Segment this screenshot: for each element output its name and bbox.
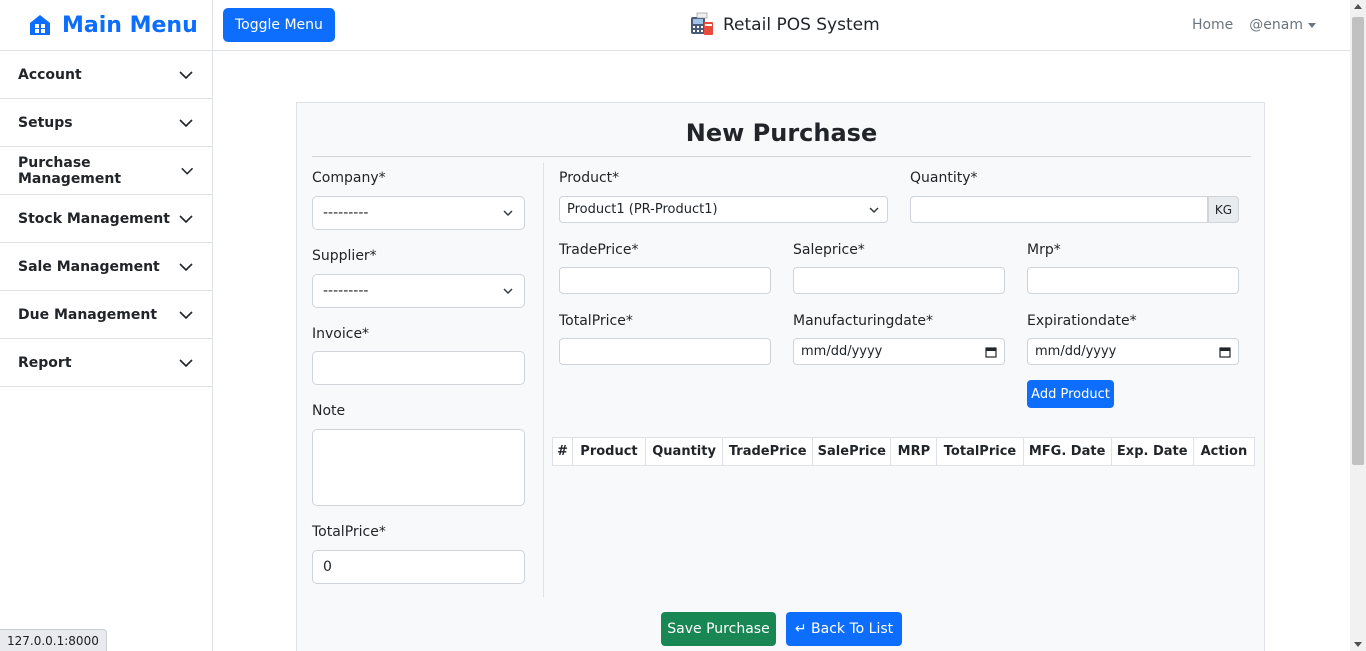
chevron-down-icon [869,206,879,213]
table-header-cell: SalePrice [812,437,892,466]
purchase-items-table: # Product Quantity TradePrice SalePrice … [552,437,1256,466]
chevron-down-icon [503,288,513,295]
chevron-down-icon [179,358,193,367]
purchase-form-card: New Purchase Company* --------- Supplier… [296,102,1265,651]
user-menu[interactable]: @enam [1249,17,1316,33]
supplier-value: --------- [323,283,369,299]
sidebar-item-account[interactable]: Account [0,51,212,99]
table-header-cell: MRP [890,437,938,466]
table-header-row: # Product Quantity TradePrice SalePrice … [552,437,1256,466]
chevron-down-icon [179,310,193,319]
sidebar-item-label: Stock Management [18,210,170,227]
chevron-down-icon [179,262,193,271]
product-label: Product* [559,170,620,186]
calendar-icon[interactable] [1219,346,1231,358]
chevron-down-icon [180,167,193,175]
table-header-cell: TotalPrice [936,437,1024,466]
product-select[interactable]: Product1 (PR-Product1) [559,196,888,223]
caret-down-icon [1308,22,1316,28]
manufacturing-date-input[interactable]: mm/dd/yyyy [793,338,1005,365]
sidebar-brand[interactable]: Main Menu [0,0,212,51]
note-textarea[interactable] [312,429,525,506]
supplier-label: Supplier* [312,248,377,264]
home-icon [30,15,50,35]
table-header-cell: Action [1192,437,1256,466]
sidebar: Main Menu Account Setups Purchase Manage… [0,0,213,651]
sidebar-item-stock-management[interactable]: Stock Management [0,195,212,243]
sidebar-title: Main Menu [62,12,198,38]
sale-price-input[interactable] [793,267,1005,294]
toggle-menu-button[interactable]: Toggle Menu [223,8,335,42]
table-header-cell: MFG. Date [1022,437,1112,466]
scroll-down-icon[interactable] [1354,642,1362,647]
product-value: Product1 (PR-Product1) [567,202,718,217]
sidebar-item-label: Due Management [18,306,158,323]
pos-terminal-icon [691,12,713,35]
note-label: Note [312,403,346,419]
sidebar-item-label: Purchase Management [18,154,122,187]
supplier-select[interactable]: --------- [312,274,525,308]
table-header-cell: Exp. Date [1110,437,1194,466]
sidebar-item-label: Account [18,66,82,83]
item-total-price-label: TotalPrice* [559,313,633,329]
table-header-cell: TradePrice [722,437,814,466]
company-label: Company* [312,170,386,186]
sidebar-item-sale-management[interactable]: Sale Management [0,243,212,291]
topbar: Toggle Menu Retail POS System Home @enam [213,0,1350,51]
table-header-cell: # [552,437,573,466]
mrp-label: Mrp* [1027,242,1061,258]
sidebar-item-label: Sale Management [18,258,160,275]
table-header-cell: Quantity [645,437,724,466]
sidebar-item-report[interactable]: Report [0,339,212,387]
user-label: @enam [1249,17,1303,33]
expiration-date-input[interactable]: mm/dd/yyyy [1027,338,1239,365]
sidebar-item-due-management[interactable]: Due Management [0,291,212,339]
expiration-date-placeholder: mm/dd/yyyy [1035,344,1117,359]
sidebar-item-label: Report [18,354,72,371]
chevron-down-icon [179,118,193,127]
total-price-input[interactable]: 0 [312,550,525,584]
quantity-label: Quantity* [910,170,978,186]
item-total-price-input[interactable] [559,338,771,365]
sidebar-item-setups[interactable]: Setups [0,99,212,147]
app-title: Retail POS System [689,12,880,38]
chevron-down-icon [179,70,193,79]
browser-status-url: 127.0.0.1:8000 [0,629,107,651]
invoice-label: Invoice* [312,326,370,342]
total-price-label: TotalPrice* [312,524,386,540]
chevron-down-icon [503,210,513,217]
company-value: --------- [323,205,369,221]
save-purchase-button[interactable]: Save Purchase [661,612,776,646]
sale-price-label: Saleprice* [793,242,865,258]
quantity-unit: KG [1208,196,1239,223]
mrp-input[interactable] [1027,267,1239,294]
top-links: Home @enam [1192,17,1316,33]
trade-price-label: TradePrice* [559,242,639,258]
expiration-date-label: Expirationdate* [1027,313,1137,329]
calendar-icon[interactable] [985,346,997,358]
quantity-input[interactable] [910,196,1208,223]
sidebar-item-label: Setups [18,114,73,131]
home-link[interactable]: Home [1192,17,1233,33]
company-select[interactable]: --------- [312,196,525,230]
manufacturing-date-placeholder: mm/dd/yyyy [801,344,883,359]
back-to-list-button[interactable]: ↵ Back To List [786,612,902,646]
scroll-up-icon[interactable] [1354,4,1362,9]
trade-price-input[interactable] [559,267,771,294]
column-divider [543,163,544,597]
invoice-input[interactable] [312,351,525,385]
add-product-button[interactable]: Add Product [1027,380,1114,408]
table-header-cell: Product [571,437,647,466]
app-title-text: Retail POS System [723,15,880,35]
scroll-thumb[interactable] [1352,17,1364,465]
page-scrollbar[interactable] [1350,0,1366,651]
page-title: New Purchase [312,117,1251,157]
chevron-down-icon [179,214,193,223]
manufacturing-date-label: Manufacturingdate* [793,313,933,329]
sidebar-item-purchase-management[interactable]: Purchase Management [0,147,212,195]
